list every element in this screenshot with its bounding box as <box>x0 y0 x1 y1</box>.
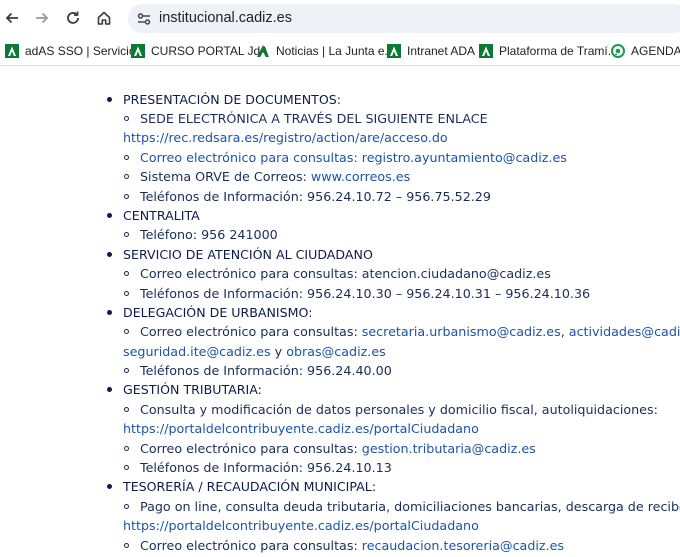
list-item-text: Consulta y modificación de datos persona… <box>140 402 658 417</box>
bullet-circle <box>124 465 129 470</box>
forward-button[interactable] <box>30 6 54 30</box>
site-info-icon[interactable] <box>136 11 152 27</box>
bookmark-plataforma[interactable]: Plataforma de Tramí... <box>479 42 618 60</box>
bookmark-label: Intranet ADA <box>407 44 476 58</box>
list-item: Correo electrónico para consultas: regis… <box>140 150 567 165</box>
bullet-disc <box>107 310 112 315</box>
email-link[interactable]: gestion.tributaria@cadiz.es <box>362 441 536 456</box>
bullet-disc <box>107 484 112 489</box>
email-link[interactable]: secretaria.urbanismo@cadiz.es <box>362 324 561 339</box>
portal-contribuyente-link[interactable]: https://portaldelcontribuyente.cadiz.es/… <box>123 421 479 436</box>
bullet-disc <box>107 387 112 392</box>
bookmark-curso-portal[interactable]: CURSO PORTAL JdA <box>131 42 268 60</box>
junta-andalucia-icon <box>131 44 145 58</box>
bookmark-label: Plataforma de Tramí... <box>499 44 618 58</box>
bookmark-agenda[interactable]: AGENDA S <box>611 42 680 60</box>
bullet-circle <box>124 271 129 276</box>
bullet-circle <box>124 232 129 237</box>
agenda-icon <box>611 44 625 58</box>
bullet-disc <box>107 213 112 218</box>
reload-button[interactable] <box>61 6 85 30</box>
portal-contribuyente-link[interactable]: https://portaldelcontribuyente.cadiz.es/… <box>123 518 479 533</box>
bullet-circle <box>124 174 129 179</box>
list-item-text: Teléfonos de Información: 956.24.10.72 –… <box>140 189 491 204</box>
section-heading: CENTRALITA <box>123 208 200 223</box>
address-bar[interactable]: institucional.cadiz.es <box>128 4 680 33</box>
list-item-text: SEDE ELECTRÓNICA A TRAVÉS DEL SIGUIENTE … <box>140 111 488 126</box>
bullet-circle <box>124 116 129 121</box>
bullet-circle <box>124 329 129 334</box>
bookmark-label: AGENDA S <box>631 44 680 58</box>
arrow-right-icon <box>36 12 49 24</box>
list-item: Correo electrónico para consultas: gesti… <box>140 441 536 456</box>
email-link[interactable]: obras@cadiz.es <box>286 344 386 359</box>
list-item: Correo electrónico para consultas: recau… <box>140 538 565 553</box>
bullet-circle <box>124 368 129 373</box>
page-content: PRESENTACIÓN DE DOCUMENTOS: SEDE ELECTRÓ… <box>0 66 680 557</box>
list-item: Sistema ORVE de Correos: www.correos.es <box>140 169 411 184</box>
email-link[interactable]: recaudacion.tesoreria@cadiz.es <box>362 538 564 553</box>
sede-electronica-link[interactable]: https://rec.redsara.es/registro/action/a… <box>123 130 448 145</box>
list-item-text: Teléfonos de Información: 956.24.40.00 <box>140 363 392 378</box>
list-item-text: Correo electrónico para consultas: atenc… <box>140 266 551 281</box>
bullet-circle <box>124 194 129 199</box>
home-icon <box>97 11 111 25</box>
bullet-circle <box>124 407 129 412</box>
correos-link[interactable]: www.correos.es <box>311 169 410 184</box>
junta-andalucia-icon <box>387 44 401 58</box>
bullet-circle <box>124 504 129 509</box>
section-heading: DELEGACIÓN DE URBANISMO: <box>123 305 313 320</box>
bookmark-adas-sso[interactable]: adAS SSO | Servicio... <box>5 42 146 60</box>
bullet-circle <box>124 155 129 160</box>
email-link[interactable]: actividades@cadiz.es <box>569 324 680 339</box>
home-button[interactable] <box>92 6 116 30</box>
bookmark-label: adAS SSO | Servicio... <box>25 44 146 58</box>
email-link[interactable]: seguridad.ite@cadiz.es <box>123 344 271 359</box>
list-item-text: Teléfonos de Información: 956.24.10.13 <box>140 460 392 475</box>
section-heading: TESORERÍA / RECAUDACIÓN MUNICIPAL: <box>123 479 377 494</box>
bookmarks-bar: adAS SSO | Servicio... CURSO PORTAL JdA … <box>0 37 680 66</box>
bullet-circle <box>124 291 129 296</box>
bullet-disc <box>107 97 112 102</box>
bullet-circle <box>124 446 129 451</box>
list-item-continuation: seguridad.ite@cadiz.es y obras@cadiz.es <box>123 344 386 359</box>
bookmark-noticias[interactable]: Noticias | La Junta e... <box>256 42 395 60</box>
junta-andalucia-icon <box>257 45 269 57</box>
browser-toolbar: institucional.cadiz.es <box>0 0 680 37</box>
arrow-left-icon <box>5 12 18 24</box>
bookmark-label: Noticias | La Junta e... <box>276 44 395 58</box>
email-link[interactable]: registro.ayuntamiento@cadiz.es <box>362 150 567 165</box>
back-button[interactable] <box>0 6 24 30</box>
section-heading: GESTIÓN TRIBUTARIA: <box>123 382 262 397</box>
section-heading: PRESENTACIÓN DE DOCUMENTOS: <box>123 92 341 107</box>
bullet-circle <box>124 543 129 548</box>
bullet-disc <box>107 252 112 257</box>
list-item-text: Teléfono: 956 241000 <box>140 227 278 242</box>
bookmark-label: CURSO PORTAL JdA <box>151 44 269 58</box>
section-heading: SERVICIO DE ATENCIÓN AL CIUDADANO <box>123 247 373 262</box>
list-item: Correo electrónico para consultas: secre… <box>140 324 680 339</box>
url-text[interactable]: institucional.cadiz.es <box>159 10 292 26</box>
list-item-text: Pago on line, consulta deuda tributaria,… <box>140 499 680 514</box>
junta-andalucia-icon <box>5 44 19 58</box>
bookmark-intranet-ada[interactable]: Intranet ADA <box>387 42 475 60</box>
reload-icon <box>67 11 79 24</box>
list-item-text: Teléfonos de Información: 956.24.10.30 –… <box>140 286 591 301</box>
junta-andalucia-icon <box>479 44 493 58</box>
